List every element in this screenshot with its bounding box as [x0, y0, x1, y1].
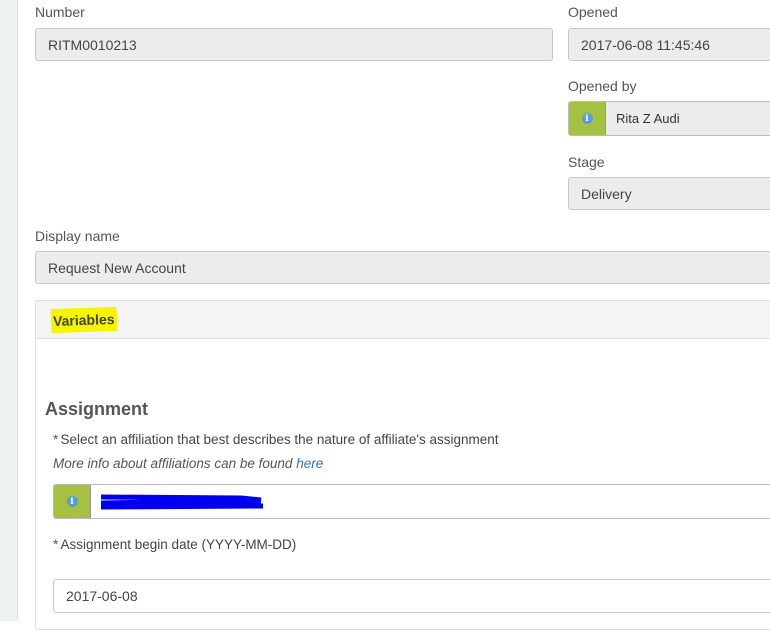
affiliation-help: More info about affiliations can be foun…	[53, 456, 323, 471]
number-label: Number	[35, 4, 85, 20]
required-marker: *	[53, 431, 59, 447]
begin-date-label-text: Assignment begin date (YYYY-MM-DD)	[60, 537, 297, 552]
variables-title: Variables	[50, 306, 117, 333]
info-icon: i	[66, 496, 78, 507]
display-name-label: Display name	[35, 228, 120, 244]
affiliation-help-link[interactable]: here	[296, 456, 323, 471]
left-gutter	[0, 0, 18, 621]
assignment-heading: Assignment	[45, 399, 149, 419]
info-icon: i	[581, 113, 593, 124]
opened-by-field[interactable]: i Rita Z Audi	[568, 101, 770, 136]
number-field[interactable]: RITM0010213	[35, 28, 553, 61]
redaction-mark	[100, 494, 264, 510]
required-marker: *	[53, 536, 59, 552]
opened-field[interactable]: 2017-06-08 11:45:46	[568, 28, 770, 61]
begin-date-label: * Assignment begin date (YYYY-MM-DD)	[53, 536, 296, 552]
user-info-button[interactable]: i	[569, 102, 606, 135]
opened-by-value: Rita Z Audi	[616, 111, 680, 126]
opened-by-label: Opened by	[568, 78, 637, 94]
variables-header[interactable]: Variables	[36, 301, 770, 339]
opened-label: Opened	[568, 4, 618, 20]
display-name-field[interactable]: Request New Account	[35, 251, 770, 284]
affiliation-label: * Select an affiliation that best describ…	[53, 431, 499, 447]
stage-label: Stage	[568, 154, 605, 170]
affiliation-help-text: More info about affiliations can be foun…	[53, 456, 293, 471]
begin-date-field[interactable]: 2017-06-08	[53, 579, 770, 613]
stage-field[interactable]: Delivery	[568, 177, 770, 210]
affiliation-label-text: Select an affiliation that best describe…	[60, 432, 499, 447]
affiliation-field[interactable]: i	[53, 484, 770, 519]
affiliation-info-button[interactable]: i	[54, 485, 91, 518]
